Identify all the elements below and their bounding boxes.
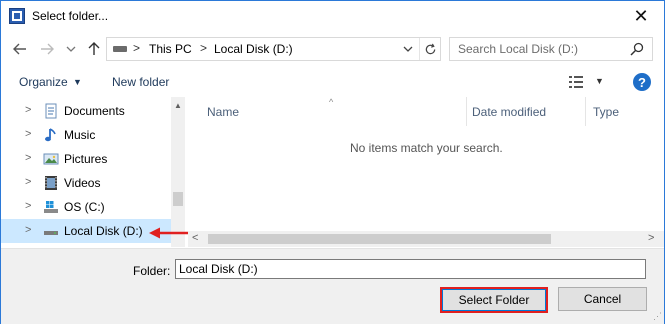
windows-drive-icon [44,201,58,213]
tree-item-os-c[interactable]: > OS (C:) [1,195,171,219]
arrow-up-icon [88,42,100,55]
pictures-icon [43,153,59,165]
column-divider[interactable] [466,97,467,126]
tree-item-music[interactable]: > Music [1,123,171,147]
column-header-name[interactable]: Name [207,105,239,119]
folder-name-field[interactable] [175,259,646,279]
tree-item-label: Pictures [64,152,108,166]
refresh-icon [425,43,436,54]
documents-icon [45,103,57,119]
drive-icon [44,231,58,235]
expand-chevron-icon[interactable]: > [25,128,31,140]
expand-chevron-icon[interactable]: > [25,152,31,164]
empty-folder-message: No items match your search. [350,141,503,155]
address-bar[interactable]: > This PC > Local Disk (D:) [106,37,441,61]
recent-locations-button[interactable] [62,40,80,58]
view-options-icon[interactable] [569,76,583,88]
select-folder-button[interactable]: Select Folder [440,287,548,313]
expand-chevron-icon[interactable]: > [25,176,31,188]
close-button[interactable]: ✕ [618,1,664,31]
sort-indicator-icon: ^ [329,97,334,107]
file-list-pane: ^ Name Date modified Type No items match… [188,97,664,247]
scrollbar-thumb[interactable] [173,192,183,206]
view-options-caret-icon[interactable]: ▼ [595,76,604,86]
cancel-button[interactable]: Cancel [558,287,647,311]
search-icon[interactable] [629,41,645,57]
breadcrumb-local-disk[interactable]: Local Disk (D:) [214,42,293,56]
tree-item-label: Music [64,128,96,142]
expand-chevron-icon[interactable]: > [25,200,31,212]
drive-icon [113,46,127,52]
back-button[interactable] [11,40,29,58]
address-dropdown-button[interactable] [398,38,418,60]
tree-item-label: Local Disk (D:) [64,224,143,238]
tree-item-label: OS (C:) [64,200,105,214]
arrow-left-icon [13,43,26,55]
close-icon: ✕ [633,5,649,26]
help-button[interactable]: ? [633,73,651,91]
scroll-up-arrow-icon[interactable]: ▲ [174,101,182,110]
navigation-bar: > This PC > Local Disk (D:) Search Local… [1,32,664,66]
expand-chevron-icon[interactable]: > [25,104,31,116]
folder-label: Folder: [133,264,171,278]
tree-item-label: Videos [64,176,101,190]
expand-chevron-icon[interactable]: > [25,224,31,236]
select-folder-dialog: Select folder... ✕ > This PC > Local Dis… [0,0,665,324]
music-icon [45,128,56,142]
breadcrumb-separator: > [200,41,208,55]
tree-item-label: Documents [64,104,125,118]
up-button[interactable] [85,40,103,58]
scroll-left-arrow-icon[interactable]: < [192,232,198,244]
tree-item-local-disk-d[interactable]: > Local Disk (D:) [1,219,171,243]
navigation-pane-scrollbar[interactable]: ▲ [171,97,185,247]
chevron-down-icon [403,46,413,52]
navigation-pane: > Documents > Music > Pictures > Videos … [1,97,185,247]
command-bar: Organize ▼ New folder ▼ ? [1,67,664,97]
file-list-horizontal-scrollbar[interactable]: < > [188,231,664,247]
forward-button[interactable] [38,40,56,58]
scrollbar-thumb[interactable] [208,234,551,244]
refresh-button[interactable] [419,38,441,60]
breadcrumb-this-pc[interactable]: This PC [149,42,192,56]
tree-item-pictures[interactable]: > Pictures [1,147,171,171]
resize-grip-icon[interactable]: ⋰ [653,311,662,322]
new-folder-button[interactable]: New folder [112,75,169,89]
organize-caret-icon[interactable]: ▼ [73,77,82,87]
videos-icon [45,176,57,190]
title-bar[interactable]: Select folder... ✕ [1,1,664,31]
search-box[interactable]: Search Local Disk (D:) [449,37,653,61]
organize-button[interactable]: Organize [19,75,68,89]
arrow-right-icon [41,43,54,55]
app-icon [9,8,25,24]
column-header-type[interactable]: Type [593,105,619,119]
search-placeholder: Search Local Disk (D:) [458,42,579,56]
column-header-date-modified[interactable]: Date modified [472,105,546,119]
chevron-down-icon [66,46,76,52]
scroll-right-arrow-icon[interactable]: > [648,232,654,244]
column-divider[interactable] [585,97,586,126]
breadcrumb-separator: > [133,41,141,55]
tree-item-documents[interactable]: > Documents [1,99,171,123]
tree-item-videos[interactable]: > Videos [1,171,171,195]
dialog-footer: Folder: Select Folder Cancel ⋰ [1,248,664,324]
red-annotation-arrow-icon [149,227,192,239]
window-title: Select folder... [32,9,109,23]
